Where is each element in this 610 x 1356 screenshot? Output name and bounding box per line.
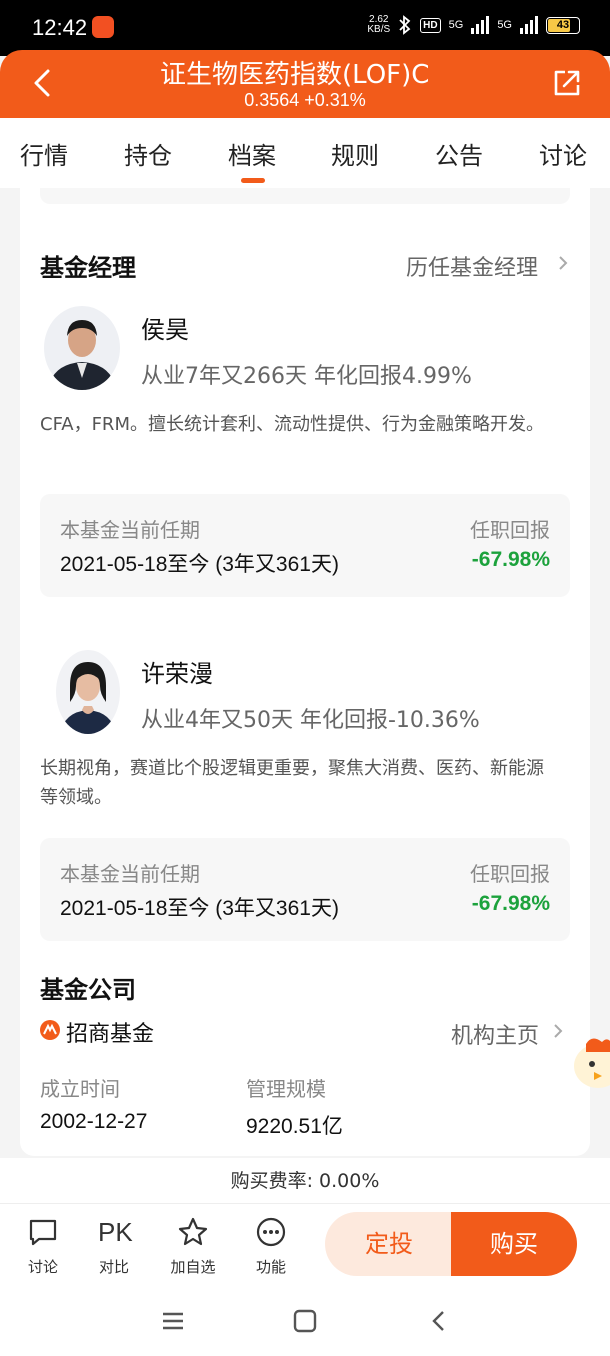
- tenure-return: -67.98%: [471, 892, 550, 915]
- compare-button[interactable]: PK 对比: [84, 1216, 144, 1277]
- network-speed: 2.62 KB/S: [367, 14, 391, 35]
- tab-announcements[interactable]: 公告: [435, 136, 483, 171]
- founded-label: 成立时间: [40, 1077, 120, 1101]
- add-watchlist-label: 加自选: [170, 1258, 216, 1276]
- mascot-assistant-icon[interactable]: [572, 1030, 610, 1092]
- manager-description: CFA，FRM。擅长统计套利、流动性提供、行为金融策略开发。: [40, 414, 544, 435]
- star-icon: [178, 1217, 208, 1246]
- company-name[interactable]: 招商基金: [66, 1016, 154, 1048]
- auto-invest-button[interactable]: 定投: [325, 1212, 453, 1276]
- tenure-box: 本基金当前任期 任职回报 2021-05-18至今 (3年又361天) -67.…: [40, 838, 570, 941]
- compare-label: 对比: [98, 1258, 129, 1276]
- person-icon: [44, 306, 120, 390]
- manager-name[interactable]: 侯昊: [141, 310, 189, 345]
- buy-button[interactable]: 购买: [451, 1212, 577, 1276]
- manager-description: 长期视角，赛道比个股逻辑更重要，聚焦大消费、医药、新能源等领域。: [40, 758, 544, 808]
- add-watchlist-button[interactable]: 加自选: [163, 1216, 223, 1277]
- status-indicators: 2.62 KB/S HD 5G 5G 43: [367, 15, 580, 35]
- chevron-right-icon: [554, 1024, 563, 1038]
- menu-icon[interactable]: [158, 1306, 188, 1336]
- tab-discussion[interactable]: 讨论: [539, 136, 587, 171]
- app-notification-icon: [92, 16, 114, 38]
- bluetooth-icon: [399, 15, 411, 35]
- fund-header: 证生物医药指数(LOF)C 0.3564 +0.31%: [0, 50, 610, 118]
- tab-rules[interactable]: 规则: [331, 136, 379, 171]
- tab-holdings[interactable]: 持仓: [124, 136, 172, 171]
- aum-value: 9220.51亿: [246, 1115, 343, 1138]
- tenure-label: 本基金当前任期: [60, 518, 200, 542]
- purchase-fee-bar: 购买费率: 0.00%: [0, 1158, 610, 1204]
- tenure-return: -67.98%: [471, 548, 550, 571]
- chevron-right-icon: [559, 256, 568, 270]
- managers-section-title: 基金经理: [40, 254, 136, 282]
- more-functions-button[interactable]: 功能: [241, 1216, 301, 1277]
- fund-price-change: 0.3564 +0.31%: [244, 90, 366, 110]
- company-logo-icon: [40, 1020, 60, 1040]
- manager-experience: 从业7年又266天 年化回报4.99%: [141, 364, 472, 389]
- tenure-box: 本基金当前任期 任职回报 2021-05-18至今 (3年又361天) -67.…: [40, 494, 570, 597]
- manager-experience: 从业4年又50天 年化回报-10.36%: [141, 708, 480, 733]
- tab-profile[interactable]: 档案: [228, 136, 276, 171]
- home-icon[interactable]: [290, 1306, 320, 1336]
- tenure-label: 本基金当前任期: [60, 862, 200, 886]
- discuss-label: 讨论: [27, 1258, 58, 1276]
- hd-voice-icon: HD: [420, 17, 441, 33]
- status-time: 12:42: [32, 15, 88, 40]
- discuss-button[interactable]: 讨论: [13, 1216, 73, 1277]
- back-icon[interactable]: [424, 1306, 454, 1336]
- pk-icon: PK: [98, 1217, 133, 1247]
- person-icon: [56, 650, 120, 734]
- tenure-period: 2021-05-18至今 (3年又361天): [60, 553, 339, 576]
- tab-bar: 行情 持仓 档案 规则 公告 讨论: [0, 118, 610, 188]
- company-section-title: 基金公司: [40, 976, 136, 1004]
- signal-icon: [471, 16, 490, 34]
- aum-label: 管理规模: [246, 1077, 326, 1101]
- share-icon[interactable]: [552, 68, 582, 98]
- fund-title: 证生物医药指数(LOF)C: [160, 60, 430, 90]
- status-bar: 12:42 2.62 KB/S HD 5G 5G 43: [0, 0, 610, 56]
- signal-icon-2: [520, 16, 538, 34]
- more-functions-label: 功能: [255, 1258, 286, 1276]
- tab-market[interactable]: 行情: [20, 136, 68, 171]
- tenure-return-label: 任职回报: [470, 518, 550, 542]
- signal-label-1: 5G: [448, 19, 464, 31]
- manager-avatar[interactable]: [56, 650, 120, 734]
- tenure-period: 2021-05-18至今 (3年又361天): [60, 897, 339, 920]
- previous-section-edge: [40, 188, 570, 204]
- founded-date: 2002-12-27: [40, 1110, 148, 1133]
- more-dots-icon: [256, 1217, 286, 1247]
- tenure-return-label: 任职回报: [470, 862, 550, 886]
- chat-bubble-icon: [29, 1219, 57, 1246]
- manager-history-link[interactable]: 历任基金经理: [406, 250, 538, 282]
- signal-label-2: 5G: [497, 19, 512, 31]
- battery-icon: 43: [546, 16, 580, 34]
- company-homepage-link[interactable]: 机构主页: [451, 1018, 539, 1050]
- system-nav-bar: [0, 1286, 610, 1356]
- active-tab-indicator: [241, 178, 265, 183]
- manager-avatar[interactable]: [44, 306, 120, 390]
- bottom-action-bar: 讨论 PK 对比 加自选 功能 定投 购买: [0, 1204, 610, 1286]
- manager-name[interactable]: 许荣漫: [141, 654, 213, 689]
